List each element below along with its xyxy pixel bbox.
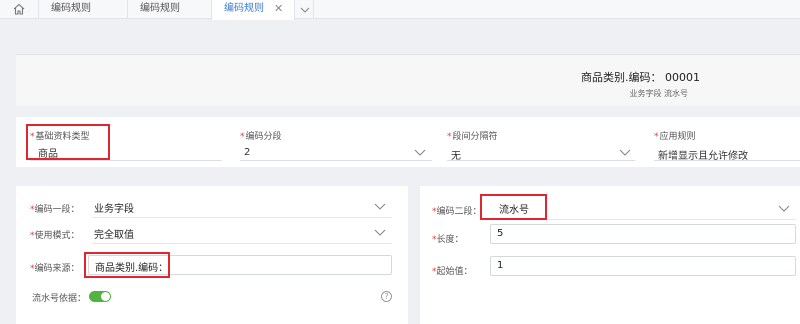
preview-sub-text: 业务字段 流水号 xyxy=(629,89,688,98)
highlight-box xyxy=(84,252,170,278)
chevron-down-icon xyxy=(619,149,631,156)
seg2-label: *编码二段： xyxy=(432,207,482,217)
rule-config-row: *基础资料类型 商品 *编码分段 2 *段间分隔符 无 *应用规则 新增显示且允… xyxy=(16,117,800,167)
help-icon[interactable]: ? xyxy=(381,291,392,302)
home-icon[interactable] xyxy=(12,2,26,16)
serial-basis-label: 流水号依据： xyxy=(32,294,87,304)
start-label: *起始值： xyxy=(432,267,473,277)
start-value: 1 xyxy=(497,260,504,271)
segment-one-panel: *编码一段： 业务字段 *使用模式： 完全取值 *编码来源： 商品类别.编码： … xyxy=(16,186,408,324)
highlight-box xyxy=(26,124,110,160)
seg1-label: *编码一段： xyxy=(30,205,80,215)
source-label: *编码来源： xyxy=(30,264,80,274)
chevron-down-icon xyxy=(414,149,426,156)
segment-value: 2 xyxy=(244,147,251,158)
separator-select[interactable]: *段间分隔符 无 xyxy=(447,129,635,162)
chevron-down-icon[interactable] xyxy=(778,205,790,213)
chevron-down-icon xyxy=(300,7,310,13)
separator-label: *段间分隔符 xyxy=(447,132,498,142)
start-input[interactable]: 1 xyxy=(490,256,796,276)
mode-label: *使用模式： xyxy=(30,231,80,241)
serial-basis-toggle[interactable] xyxy=(89,291,111,302)
segment-label: *编码分段 xyxy=(240,132,282,142)
chevron-down-icon[interactable] xyxy=(374,229,386,237)
code-preview-panel: 商品类别.编码： 00001 业务字段 流水号 xyxy=(16,54,800,106)
highlight-box xyxy=(480,194,547,220)
apply-rule-select[interactable]: *应用规则 新增显示且允许修改 xyxy=(654,129,800,162)
length-input[interactable]: 5 xyxy=(490,224,796,244)
close-icon[interactable]: ✕ xyxy=(274,0,283,19)
segment-select[interactable]: *编码分段 2 xyxy=(240,129,432,161)
tab-more-button[interactable] xyxy=(296,0,314,19)
tab-coding-rule-2[interactable]: 编码规则 xyxy=(127,0,211,19)
apply-rule-label: *应用规则 xyxy=(654,132,696,142)
tab-coding-rule-1[interactable]: 编码规则 xyxy=(38,0,127,19)
length-label: *长度： xyxy=(432,235,464,245)
segment-two-panel: *编码二段： 流水号 *长度： 5 *起始值： 1 xyxy=(420,186,800,324)
length-value: 5 xyxy=(497,228,504,239)
seg1-value[interactable]: 业务字段 xyxy=(94,200,134,215)
preview-code-text: 商品类别.编码： 00001 xyxy=(581,71,700,84)
mode-value[interactable]: 完全取值 xyxy=(94,226,134,241)
tab-bar: 编码规则 编码规则 编码规则 ✕ xyxy=(0,0,800,20)
chevron-down-icon[interactable] xyxy=(374,203,386,211)
